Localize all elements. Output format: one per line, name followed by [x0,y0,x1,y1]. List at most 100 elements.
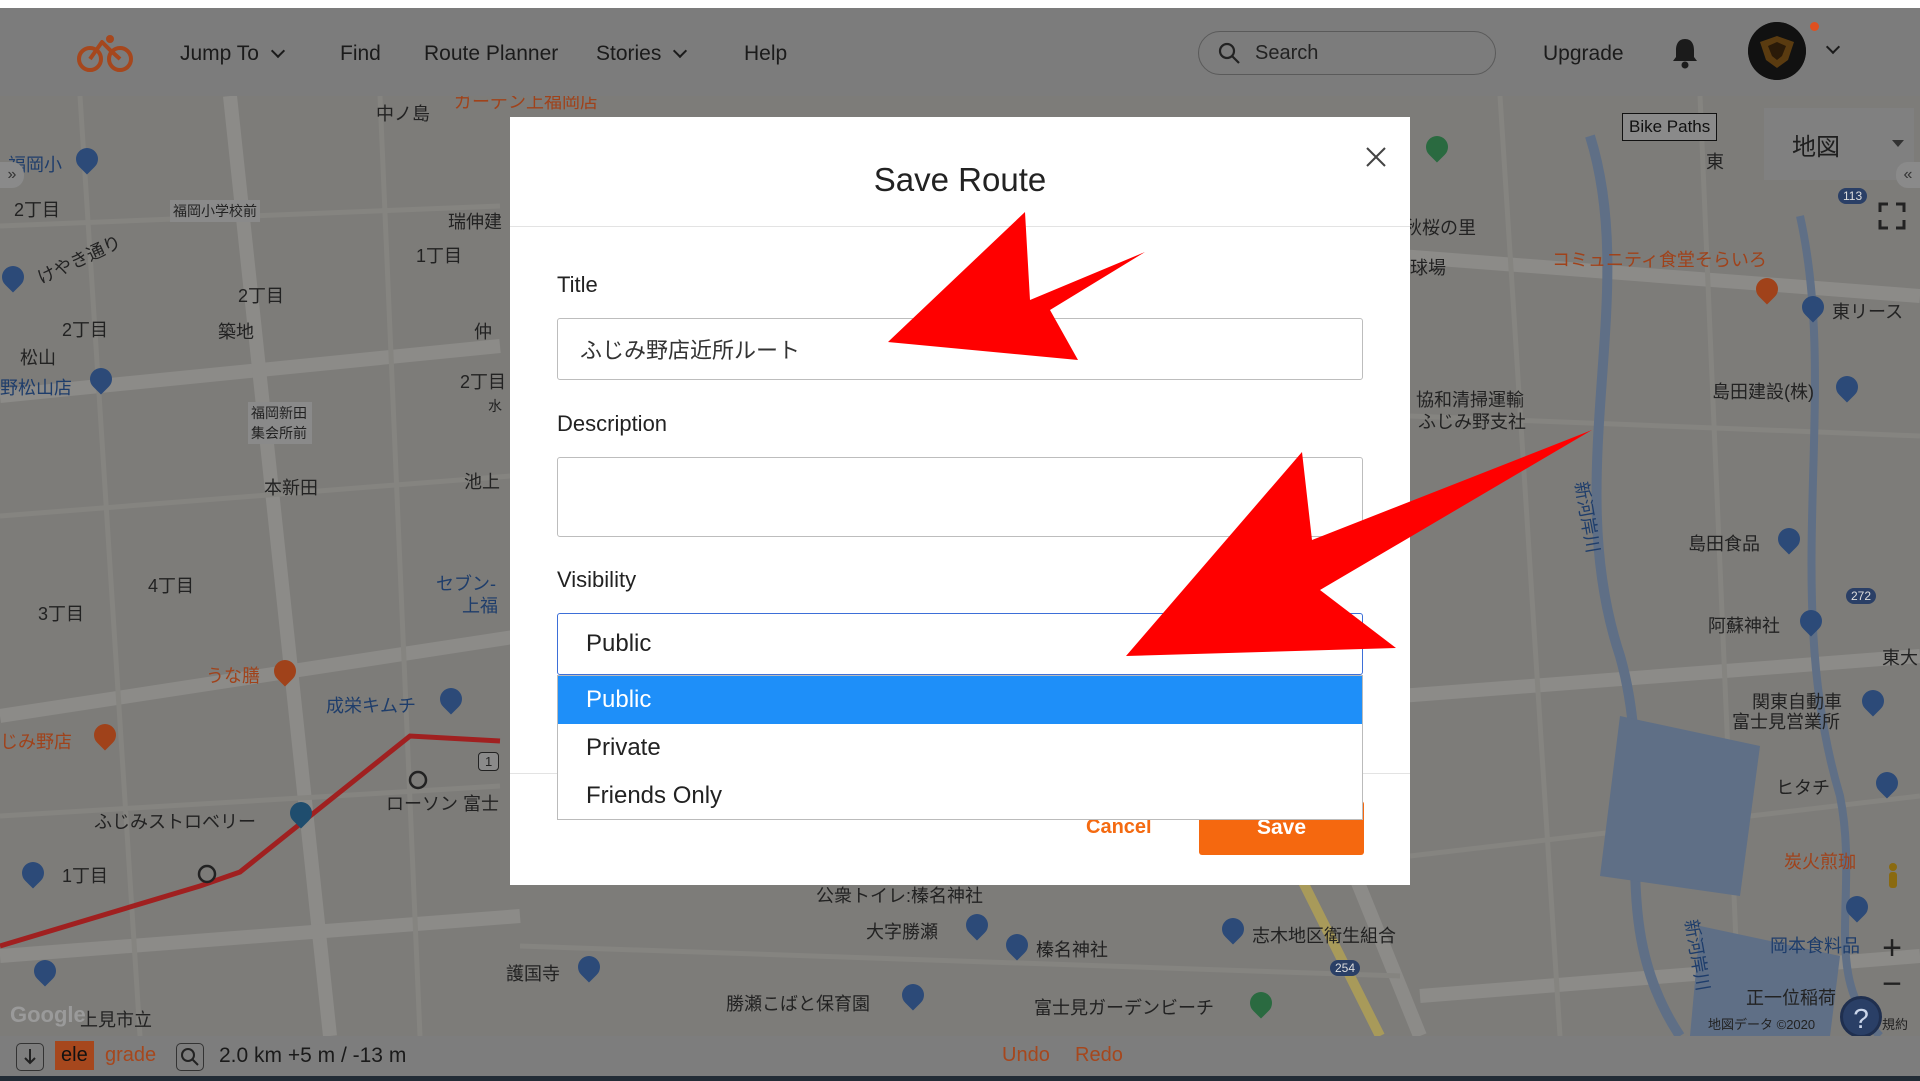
map-label: 秋桜の里 [1404,218,1476,238]
close-icon[interactable] [1360,141,1392,173]
map-label: 2丁目 [460,372,507,392]
route-stats: 2.0 km +5 m / -13 m [219,1044,407,1067]
visibility-selected-value: Public [586,630,652,657]
map-label: 2丁目 [62,320,109,340]
map-label: 2丁目 [14,200,61,220]
visibility-option-friends-only[interactable]: Friends Only [558,772,1362,820]
divider [510,226,1410,227]
search-icon [1218,42,1240,64]
visibility-select[interactable]: Public [557,613,1363,675]
map-attribution: 地図データ ©2020 [1708,1017,1816,1032]
visibility-label: Visibility [557,567,637,592]
fullscreen-icon[interactable] [1878,202,1906,230]
map-label: 中ノ島 [376,104,430,124]
map-label: ヒタチ [1776,778,1830,798]
map-label: 東リース [1832,302,1904,322]
map-label: 池上 [464,472,500,492]
zoom-in-icon[interactable]: + [1876,931,1908,966]
map-label: コミュニティ食堂そらいろ [1552,250,1767,270]
upgrade-link[interactable]: Upgrade [1543,42,1624,66]
visibility-dropdown: Public Private Friends Only [557,675,1363,820]
title-input[interactable] [557,318,1363,380]
search-box[interactable] [1198,31,1496,75]
visibility-option-private[interactable]: Private [558,724,1362,772]
google-logo: Google [10,1002,86,1027]
expand-left-icon[interactable]: » [0,162,24,188]
nav-find[interactable]: Find [340,42,381,66]
map-label: 松山 [20,348,56,368]
map-label: 水 [488,398,502,414]
nav-stories-label: Stories [596,42,662,65]
caret-down-icon [1892,140,1904,147]
nav-help-label: Help [744,42,788,65]
redo-button[interactable]: Redo [1075,1044,1123,1067]
help-icon[interactable]: ? [1840,996,1882,1036]
map-label: 島田建設(株) [1712,382,1814,402]
map-label: 大字勝瀬 [866,922,938,942]
map-label: 福岡小学校前 [170,200,260,222]
map-label: 本新田 [264,478,318,498]
description-input[interactable] [557,457,1363,537]
nav-help[interactable]: Help [744,42,787,66]
map-label: 球場 [1410,258,1446,278]
map-label: 阿蘇神社 [1708,616,1780,636]
chevron-down-icon [270,43,286,59]
map-type-selector[interactable]: 地図 [1764,108,1914,180]
top-strip [0,0,1920,8]
nav-jump-to[interactable]: Jump To [180,42,286,66]
map-label: 志木地区衛生組合 [1252,926,1396,946]
nav-route-planner-label: Route Planner [424,42,559,65]
collapse-right-icon[interactable]: « [1896,162,1920,188]
map-label: 護国寺 [506,964,560,984]
pegman-icon[interactable] [1876,862,1910,890]
map-label: 榛名神社 [1036,940,1108,960]
map-label: 東 [1706,152,1724,172]
zoom-out-icon[interactable]: − [1876,967,1908,1004]
map-label: 正一位稲荷 [1746,988,1836,1008]
modal-title: Save Route [873,161,1047,198]
bell-icon[interactable] [1670,36,1700,70]
download-icon[interactable] [16,1043,44,1071]
map-label: 東大 [1882,648,1918,668]
bottom-strip [0,1076,1920,1081]
map-label: 築地 [218,322,254,342]
map-label: 上見市立 [80,1010,152,1030]
nav-stories[interactable]: Stories [596,42,688,66]
chevron-down-icon [673,43,688,59]
map-label: 野松山店 [0,378,72,398]
avatar-image-icon [1748,22,1806,80]
save-route-modal: Save Route Title Description Visibility … [510,117,1410,885]
map-label: 島田食品 [1688,534,1760,554]
map-label: ふじみ野支社 [1418,412,1526,432]
upgrade-label: Upgrade [1543,42,1624,65]
grade-toggle[interactable]: grade [105,1044,156,1067]
map-label: ローソン 富士 [386,794,500,814]
map-label: 3丁目 [38,604,85,624]
map-label: 瑞伸建 [448,212,502,232]
bike-paths-toggle[interactable]: Bike Paths [1622,113,1718,141]
zoom-elevation-icon[interactable] [176,1043,204,1071]
avatar[interactable] [1748,22,1806,80]
map-label: 1丁目 [62,866,109,886]
map-label: ガーデン上福岡店 [454,96,598,112]
map-label: 仲 [474,322,492,342]
waypoint-marker[interactable]: 1 [478,752,500,771]
map-label: 成栄キムチ [326,696,416,716]
undo-button[interactable]: Undo [1002,1044,1050,1067]
ele-toggle[interactable]: ele [55,1041,94,1070]
terms-link[interactable]: 規約 [1882,1014,1908,1033]
map-label: 岡本食料品 [1770,936,1860,956]
map-label: 福岡新田集会所前 [248,402,312,444]
description-label: Description [557,411,668,436]
nav-route-planner[interactable]: Route Planner [424,42,558,66]
title-label: Title [557,272,598,297]
map-label: 富士見ガーデンビーチ [1034,998,1214,1018]
nav-find-label: Find [340,42,381,65]
search-input[interactable] [1253,40,1473,66]
route-shield: 113 [1838,188,1868,204]
map-label: ふじみストロベリー [94,812,256,832]
chevron-down-icon[interactable] [1825,39,1841,55]
map-label: 公衆トイレ:榛名神社 [816,886,984,906]
bike-logo-icon[interactable] [76,32,136,72]
visibility-option-public[interactable]: Public [558,676,1362,724]
